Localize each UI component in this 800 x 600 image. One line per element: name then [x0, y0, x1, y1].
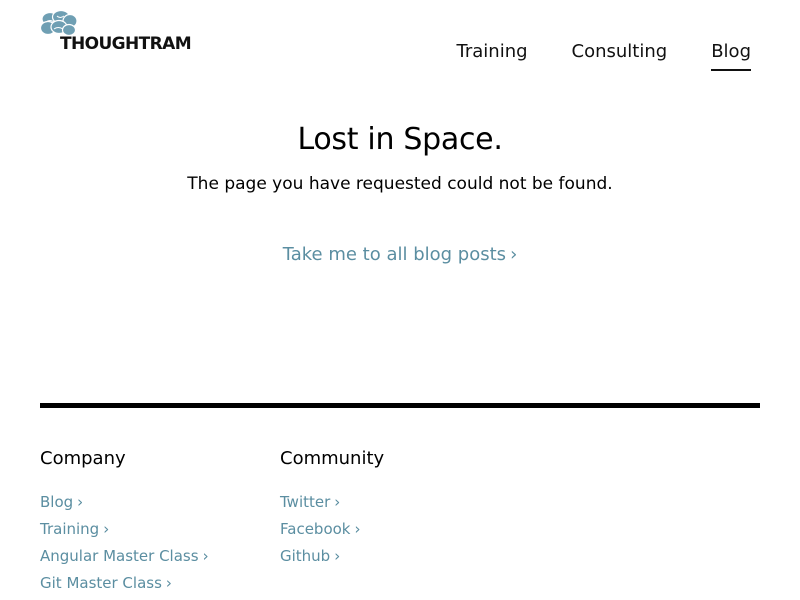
- chevron-right-icon: ›: [510, 244, 518, 265]
- footer-link-label: Angular Master Class: [40, 547, 199, 565]
- footer-company-heading: Company: [40, 448, 126, 469]
- footer-link-label: Facebook: [280, 520, 351, 538]
- page: THOUGHTRAM Training Consulting Blog Lost…: [0, 0, 800, 600]
- footer-link-facebook[interactable]: Facebook ›: [280, 516, 384, 543]
- footer-community-heading: Community: [280, 448, 385, 469]
- main-nav: Training Consulting Blog: [413, 40, 751, 71]
- chevron-right-icon: ›: [165, 574, 172, 592]
- chevron-right-icon: ›: [334, 547, 341, 565]
- nav-item-blog[interactable]: Blog: [711, 40, 751, 71]
- footer-link-angular-master-class[interactable]: Angular Master Class ›: [40, 543, 209, 570]
- footer-link-label: Git Master Class: [40, 574, 162, 592]
- footer-link-training[interactable]: Training ›: [40, 516, 209, 543]
- footer-link-git-master-class[interactable]: Git Master Class ›: [40, 570, 209, 597]
- nav-item-consulting[interactable]: Consulting: [572, 40, 668, 69]
- chevron-right-icon: ›: [77, 493, 84, 511]
- footer-community: Community Twitter › Facebook › Github ›: [280, 446, 384, 570]
- footer-link-label: Blog: [40, 493, 74, 511]
- footer-divider: [40, 403, 760, 408]
- footer-link-label: Twitter: [280, 493, 331, 511]
- all-blog-posts-link[interactable]: Take me to all blog posts ›: [283, 243, 518, 267]
- logo-link[interactable]: THOUGHTRAM: [40, 10, 210, 56]
- logo-wordmark: THOUGHTRAM: [60, 34, 192, 54]
- nav-item-training[interactable]: Training: [457, 40, 528, 69]
- chevron-right-icon: ›: [202, 547, 209, 565]
- footer-link-github[interactable]: Github ›: [280, 543, 384, 570]
- page-title: Lost in Space.: [297, 122, 503, 157]
- chevron-right-icon: ›: [103, 520, 110, 538]
- footer-link-blog[interactable]: Blog ›: [40, 489, 209, 516]
- footer-company: Company Blog › Training › Angular Master C…: [40, 446, 209, 597]
- footer-link-label: Training: [40, 520, 100, 538]
- all-blog-posts-link-label: Take me to all blog posts: [282, 244, 507, 265]
- chevron-right-icon: ›: [334, 493, 341, 511]
- footer-link-label: Github: [280, 547, 331, 565]
- chevron-right-icon: ›: [354, 520, 361, 538]
- main-content: Lost in Space. The page you have request…: [0, 120, 800, 267]
- footer-link-twitter[interactable]: Twitter ›: [280, 489, 384, 516]
- error-message: The page you have requested could not be…: [187, 174, 613, 194]
